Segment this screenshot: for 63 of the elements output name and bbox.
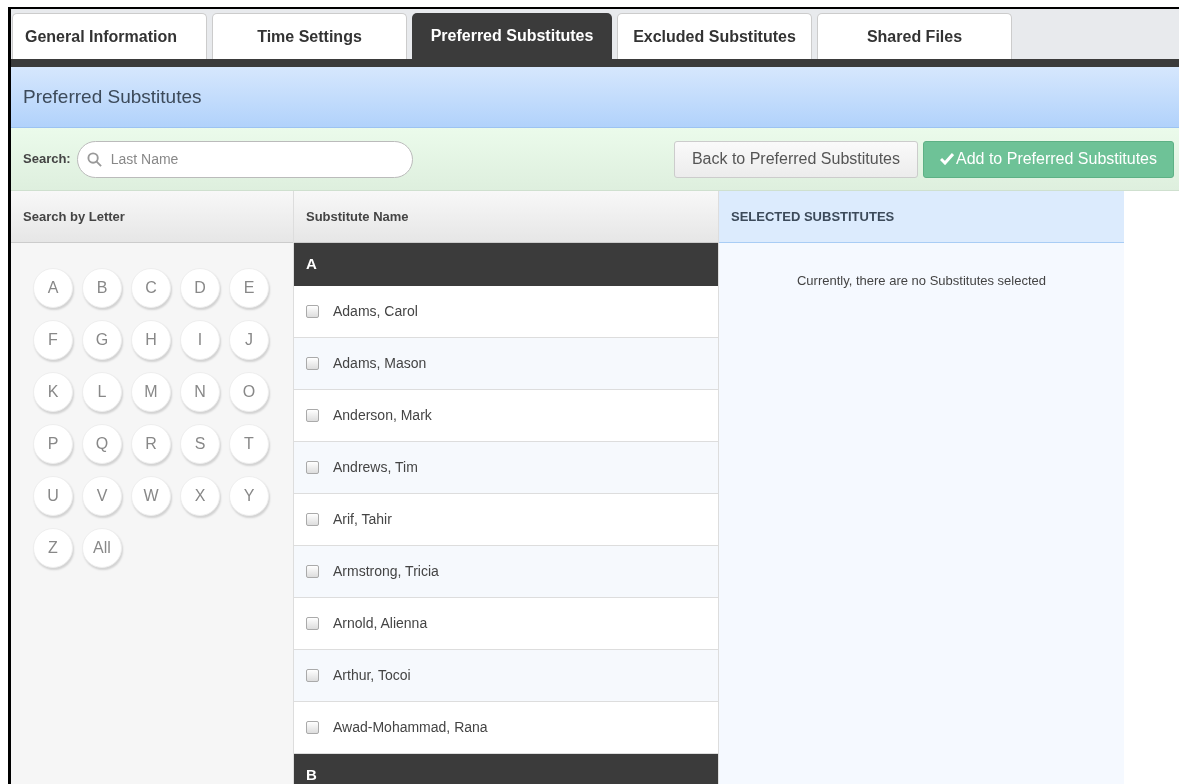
letter-button[interactable]: L	[82, 372, 122, 412]
substitute-name: Arthur, Tocoi	[333, 666, 411, 685]
letter-button[interactable]: W	[131, 476, 171, 516]
substitute-name: Armstrong, Tricia	[333, 562, 439, 581]
checkbox[interactable]	[306, 305, 319, 318]
checkbox[interactable]	[306, 513, 319, 526]
tab[interactable]: Excluded Substitutes	[617, 13, 812, 59]
letter-button[interactable]: T	[229, 424, 269, 464]
letter-button[interactable]: I	[180, 320, 220, 360]
column-heading: Substitute Name	[306, 207, 409, 226]
letter-button[interactable]: Y	[229, 476, 269, 516]
letter-button[interactable]: X	[180, 476, 220, 516]
search-field[interactable]: Last Name	[76, 140, 413, 178]
letter-button[interactable]: P	[33, 424, 73, 464]
checkbox[interactable]	[306, 357, 319, 370]
substitute-name: Andrews, Tim	[333, 458, 418, 477]
column-heading: Search by Letter	[23, 207, 125, 226]
letter-button[interactable]: K	[33, 372, 73, 412]
tab[interactable]: Preferred Substitutes	[412, 13, 612, 59]
tab[interactable]: Shared Files	[817, 13, 1012, 59]
back-button[interactable]: Back to Preferred Substitutes	[673, 140, 918, 178]
checkbox[interactable]	[306, 461, 319, 474]
substitute-name: Arnold, Alienna	[333, 614, 428, 633]
checkbox[interactable]	[306, 617, 319, 630]
substitute-name: Adams, Carol	[333, 302, 418, 321]
letter-button[interactable]: S	[180, 424, 220, 464]
group-header: A	[294, 243, 718, 286]
checkbox[interactable]	[306, 565, 319, 578]
empty-message: Currently, there are no Substitutes selected	[796, 272, 1047, 290]
letter-button[interactable]: O	[229, 372, 269, 412]
letter-button[interactable]: G	[82, 320, 122, 360]
letter-button[interactable]: H	[131, 320, 171, 360]
checkbox[interactable]	[306, 409, 319, 422]
substitute-name: Arif, Tahir	[333, 510, 392, 529]
letter-button[interactable]: N	[180, 372, 220, 412]
letter-button[interactable]: J	[229, 320, 269, 360]
substitute-name: Awad-Mohammad, Rana	[333, 718, 488, 737]
search-label: Search:	[23, 150, 71, 169]
letter-button[interactable]: E	[229, 268, 269, 308]
substitute-name: Anderson, Mark	[333, 406, 432, 425]
group-header: B	[294, 754, 718, 784]
check-icon	[940, 153, 954, 165]
tab[interactable]: General Information	[12, 13, 207, 59]
letter-button[interactable]: Q	[82, 424, 122, 464]
letter-button[interactable]: R	[131, 424, 171, 464]
checkbox[interactable]	[306, 669, 319, 682]
letter-button[interactable]: All	[82, 528, 122, 568]
letter-button[interactable]: U	[33, 476, 73, 516]
substitute-name: Adams, Mason	[333, 354, 427, 373]
search-icon	[86, 151, 102, 167]
letter-button[interactable]: M	[131, 372, 171, 412]
column-heading: SELECTED SUBSTITUTES	[731, 207, 895, 226]
letter-button[interactable]: Z	[33, 528, 73, 568]
letter-button[interactable]: A	[33, 268, 73, 308]
add-button[interactable]: Add to Preferred Substitutes	[923, 140, 1174, 178]
tab[interactable]: Time Settings	[212, 13, 407, 59]
letter-button[interactable]: C	[131, 268, 171, 308]
letter-button[interactable]: F	[33, 320, 73, 360]
checkbox[interactable]	[306, 721, 319, 734]
letter-button[interactable]: D	[180, 268, 220, 308]
panel-title: Preferred Substitutes	[23, 84, 202, 109]
letter-button[interactable]: B	[82, 268, 122, 308]
letter-button[interactable]: V	[82, 476, 122, 516]
